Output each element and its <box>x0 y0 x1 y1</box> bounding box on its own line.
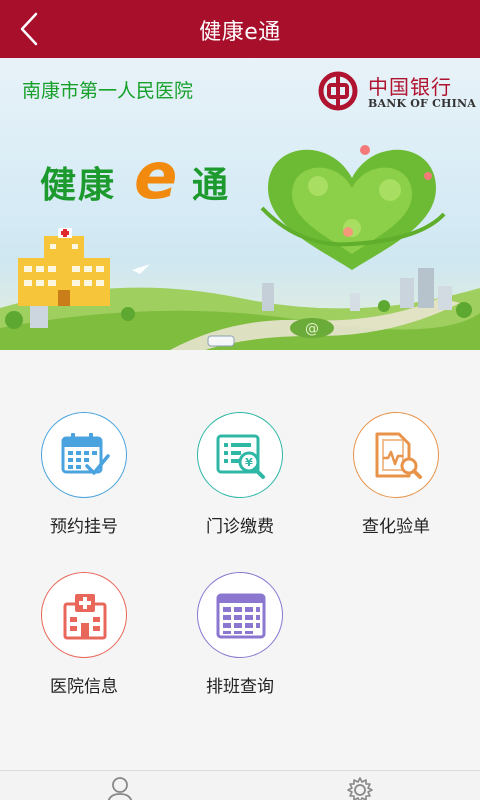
bank-of-china-logo-icon <box>318 71 358 111</box>
menu-item-hospital-info[interactable]: 医院信息 <box>19 572 149 697</box>
tab-user[interactable] <box>105 775 135 800</box>
hospital-building-icon <box>63 594 107 640</box>
user-icon <box>107 777 133 800</box>
menu-item-lab-report[interactable]: 查化验单 <box>331 412 461 537</box>
menu-icon-circle <box>197 572 283 658</box>
hospital-name: 南康市第一人民医院 <box>22 80 194 102</box>
slogan-part-2: e <box>134 140 178 214</box>
menu-item-label: 医院信息 <box>50 677 118 697</box>
hospital-illustration <box>18 228 110 306</box>
menu-item-label: 查化验单 <box>362 517 430 537</box>
banner-image: @ 南康市第一人民医院 中国银行 BANK OF CHINA 健康 e 通 <box>0 58 480 350</box>
lab-report-search-icon <box>375 432 422 479</box>
slogan-part-3: 通 <box>192 165 229 206</box>
menu-item-payment[interactable]: ¥ 门诊缴费 <box>175 412 305 537</box>
svg-text:@: @ <box>305 321 319 337</box>
tab-settings[interactable] <box>345 775 375 800</box>
menu-item-label: 门诊缴费 <box>206 517 274 537</box>
top-bar: 健康e通 <box>0 0 480 58</box>
page-title: 健康e通 <box>199 20 281 45</box>
svg-text:¥: ¥ <box>245 456 253 469</box>
menu-item-appointment[interactable]: 预约挂号 <box>19 412 149 537</box>
settings-gear-icon <box>347 777 373 800</box>
menu-item-schedule[interactable]: 排班查询 <box>175 572 305 697</box>
menu-item-label: 排班查询 <box>206 677 274 697</box>
bottom-tab-bar <box>0 770 480 800</box>
slogan-part-1: 健康 <box>40 165 117 206</box>
menu-item-label: 预约挂号 <box>50 517 118 537</box>
bank-name-cn: 中国银行 <box>368 75 452 99</box>
menu-icon-circle: ¥ <box>197 412 283 498</box>
schedule-table-icon <box>216 593 266 639</box>
bank-name-en: BANK OF CHINA <box>368 97 476 110</box>
payment-search-icon: ¥ <box>216 434 265 479</box>
menu-icon-circle <box>41 572 127 658</box>
leaf-heart-illustration <box>260 145 446 270</box>
menu-icon-circle <box>353 412 439 498</box>
menu-icon-circle <box>41 412 127 498</box>
calendar-check-icon <box>61 433 110 475</box>
menu-grid: 预约挂号 ¥ 门诊缴费 查化验单 医院信息 排班查询 <box>0 350 480 770</box>
